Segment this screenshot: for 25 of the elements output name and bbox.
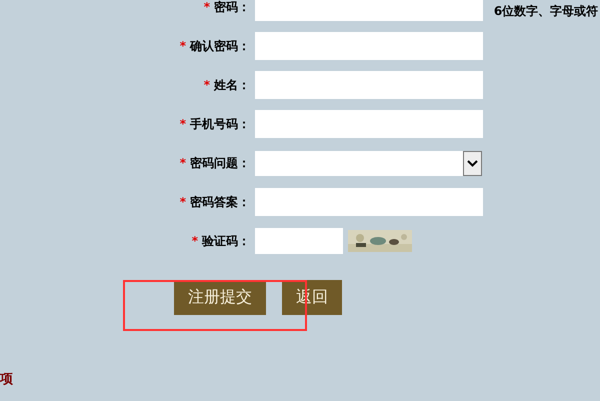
submit-button[interactable]: 注册提交 xyxy=(174,280,266,315)
required-mark: * xyxy=(204,78,210,92)
chevron-down-icon xyxy=(467,160,478,166)
field-label: 确认密码： xyxy=(190,38,250,54)
required-mark: * xyxy=(192,234,198,248)
field-label: 密码答案： xyxy=(190,194,250,210)
required-mark: * xyxy=(180,39,186,53)
required-mark: * xyxy=(180,195,186,209)
field-label: 姓名： xyxy=(214,76,250,94)
input-field[interactable] xyxy=(255,71,483,99)
required-mark: * xyxy=(180,156,186,170)
input-field[interactable] xyxy=(255,110,483,138)
required-mark: * xyxy=(204,0,210,14)
field-label: 验证码： xyxy=(202,232,250,250)
field-label: 密码问题： xyxy=(190,154,250,172)
select-field[interactable] xyxy=(255,150,482,176)
field-label: 密码： xyxy=(214,0,250,16)
captcha-field[interactable] xyxy=(255,228,343,254)
input-field[interactable] xyxy=(255,0,483,21)
input-field[interactable] xyxy=(255,188,483,216)
section-heading: 项 xyxy=(0,372,13,387)
hint-text: 6位数字、字母或符 xyxy=(494,3,600,20)
input-field[interactable] xyxy=(255,32,483,60)
field-label: 手机号码： xyxy=(190,116,250,132)
required-mark: * xyxy=(180,117,186,131)
